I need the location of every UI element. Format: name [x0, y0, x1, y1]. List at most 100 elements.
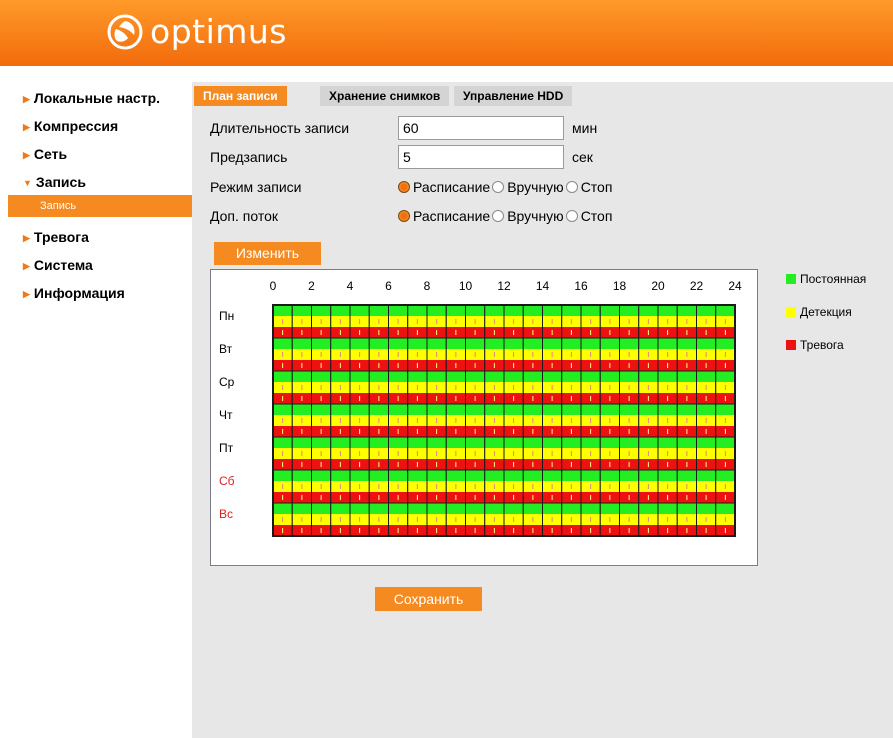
- schedule-hour-cell[interactable]: [330, 502, 351, 537]
- schedule-hour-cell[interactable]: [349, 469, 370, 504]
- schedule-hour-cell[interactable]: [311, 469, 332, 504]
- schedule-hour-cell[interactable]: [426, 403, 447, 438]
- schedule-hour-cell[interactable]: [638, 337, 659, 372]
- schedule-hour-cell[interactable]: [522, 403, 543, 438]
- schedule-hour-cell[interactable]: [657, 304, 678, 339]
- schedule-hour-cell[interactable]: [311, 304, 332, 339]
- schedule-hour-cell[interactable]: [272, 370, 293, 405]
- schedule-hour-cell[interactable]: [580, 304, 601, 339]
- schedule-hour-cell[interactable]: [638, 370, 659, 405]
- schedule-hour-cell[interactable]: [407, 469, 428, 504]
- schedule-hour-cell[interactable]: [676, 337, 697, 372]
- schedule-hour-cell[interactable]: [657, 469, 678, 504]
- schedule-hour-cell[interactable]: [522, 469, 543, 504]
- tab-snapshot-storage[interactable]: Хранение снимков: [320, 86, 450, 106]
- schedule-hour-cell[interactable]: [368, 370, 389, 405]
- schedule-grid[interactable]: 0 2 4 6 8 10 12 14 16 18 20 22 24ПнВтСрЧтПтСбВс: [211, 270, 757, 565]
- schedule-hour-cell[interactable]: [465, 304, 486, 339]
- schedule-hour-cell[interactable]: [445, 337, 466, 372]
- schedule-hour-cell[interactable]: [542, 403, 563, 438]
- schedule-hour-cell[interactable]: [715, 502, 736, 537]
- schedule-hour-cell[interactable]: [484, 469, 505, 504]
- prerecord-input[interactable]: [398, 145, 564, 169]
- schedule-hour-cell[interactable]: [542, 304, 563, 339]
- schedule-hour-cell[interactable]: [330, 304, 351, 339]
- schedule-hour-cell[interactable]: [503, 436, 524, 471]
- schedule-hour-cell[interactable]: [291, 370, 312, 405]
- schedule-hour-cell[interactable]: [580, 403, 601, 438]
- schedule-hour-cell[interactable]: [349, 370, 370, 405]
- schedule-hour-cell[interactable]: [445, 304, 466, 339]
- schedule-hour-cell[interactable]: [407, 436, 428, 471]
- schedule-hour-cell[interactable]: [272, 337, 293, 372]
- schedule-hour-cell[interactable]: [426, 304, 447, 339]
- schedule-hour-cell[interactable]: [330, 337, 351, 372]
- schedule-hour-cell[interactable]: [619, 403, 640, 438]
- sidebar-subitem-record[interactable]: Запись: [8, 195, 192, 217]
- schedule-hour-cell[interactable]: [465, 337, 486, 372]
- schedule-hour-cell[interactable]: [696, 403, 717, 438]
- sidebar-item-network[interactable]: ▶ Сеть: [23, 146, 67, 162]
- schedule-hour-cell[interactable]: [619, 304, 640, 339]
- sidebar-item-alarm[interactable]: ▶ Тревога: [23, 229, 89, 245]
- schedule-hour-cell[interactable]: [484, 436, 505, 471]
- schedule-hour-cell[interactable]: [388, 502, 409, 537]
- schedule-hour-cell[interactable]: [657, 502, 678, 537]
- schedule-hour-cell[interactable]: [291, 304, 312, 339]
- schedule-hour-cell[interactable]: [330, 403, 351, 438]
- schedule-hour-cell[interactable]: [445, 469, 466, 504]
- schedule-hour-cell[interactable]: [542, 502, 563, 537]
- schedule-hour-cell[interactable]: [696, 370, 717, 405]
- schedule-hour-cell[interactable]: [311, 403, 332, 438]
- schedule-hour-cell[interactable]: [388, 370, 409, 405]
- schedule-hour-cell[interactable]: [368, 337, 389, 372]
- schedule-hour-cell[interactable]: [696, 304, 717, 339]
- sidebar-item-local-settings[interactable]: ▶ Локальные настр.: [23, 90, 160, 106]
- substream-schedule-radio[interactable]: [398, 210, 410, 222]
- schedule-hour-cell[interactable]: [715, 403, 736, 438]
- schedule-hour-cell[interactable]: [291, 337, 312, 372]
- schedule-hour-cell[interactable]: [388, 436, 409, 471]
- schedule-hour-cell[interactable]: [311, 436, 332, 471]
- schedule-hour-cell[interactable]: [657, 436, 678, 471]
- schedule-hour-cell[interactable]: [715, 337, 736, 372]
- schedule-hour-cell[interactable]: [580, 337, 601, 372]
- schedule-hour-cell[interactable]: [484, 370, 505, 405]
- schedule-hour-cell[interactable]: [619, 469, 640, 504]
- schedule-hour-cell[interactable]: [599, 403, 620, 438]
- schedule-hour-cell[interactable]: [484, 337, 505, 372]
- change-button[interactable]: Изменить: [214, 242, 321, 265]
- schedule-hour-cell[interactable]: [272, 436, 293, 471]
- schedule-hour-cell[interactable]: [368, 403, 389, 438]
- schedule-hour-cell[interactable]: [330, 370, 351, 405]
- schedule-hour-cell[interactable]: [272, 502, 293, 537]
- schedule-hour-cell[interactable]: [580, 469, 601, 504]
- schedule-hour-cell[interactable]: [426, 469, 447, 504]
- schedule-hour-cell[interactable]: [599, 304, 620, 339]
- record-mode-schedule-radio[interactable]: [398, 181, 410, 193]
- schedule-hour-cell[interactable]: [426, 436, 447, 471]
- schedule-hour-cell[interactable]: [599, 502, 620, 537]
- schedule-hour-cell[interactable]: [561, 502, 582, 537]
- schedule-hour-cell[interactable]: [407, 403, 428, 438]
- record-mode-stop-radio[interactable]: [565, 181, 578, 193]
- schedule-hour-cell[interactable]: [522, 304, 543, 339]
- schedule-hour-cell[interactable]: [330, 436, 351, 471]
- schedule-hour-cell[interactable]: [638, 403, 659, 438]
- schedule-hour-cell[interactable]: [522, 337, 543, 372]
- schedule-hour-cell[interactable]: [657, 370, 678, 405]
- schedule-hour-cell[interactable]: [465, 469, 486, 504]
- schedule-hour-cell[interactable]: [349, 337, 370, 372]
- schedule-hour-cell[interactable]: [561, 403, 582, 438]
- save-button[interactable]: Сохранить: [375, 587, 482, 611]
- schedule-hour-cell[interactable]: [599, 370, 620, 405]
- schedule-hour-cell[interactable]: [407, 370, 428, 405]
- schedule-hour-cell[interactable]: [445, 370, 466, 405]
- schedule-hour-cell[interactable]: [503, 469, 524, 504]
- sidebar-item-record[interactable]: ▼ Запись: [23, 174, 86, 190]
- schedule-hour-cell[interactable]: [638, 436, 659, 471]
- schedule-hour-cell[interactable]: [619, 337, 640, 372]
- schedule-hour-cell[interactable]: [311, 370, 332, 405]
- schedule-hour-cell[interactable]: [580, 370, 601, 405]
- schedule-hour-cell[interactable]: [368, 502, 389, 537]
